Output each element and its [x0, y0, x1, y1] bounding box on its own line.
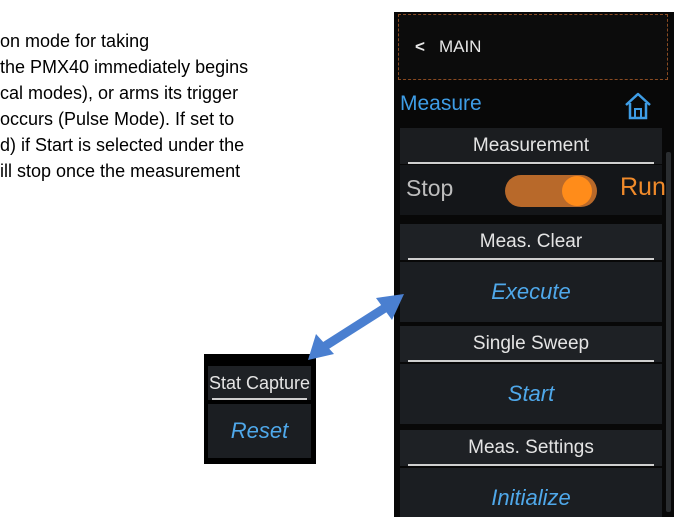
doc-line: cal modes), or arms its trigger — [0, 83, 239, 103]
toggle-knob — [562, 176, 592, 206]
initialize-button[interactable]: Initialize — [400, 468, 662, 517]
page-title: Measure — [400, 92, 482, 115]
reset-button[interactable]: Reset — [208, 404, 311, 458]
doc-line: occurs (Pulse Mode). If set to — [0, 109, 235, 129]
meas-settings-header: Meas. Settings — [400, 430, 662, 466]
stat-capture-header: Stat Capture — [208, 366, 311, 400]
run-label: Run — [620, 173, 666, 201]
doc-line: on mode for taking — [0, 31, 150, 51]
back-button-label: MAIN — [438, 37, 482, 56]
home-icon[interactable] — [622, 90, 654, 122]
doc-line: ill stop once the measurement — [0, 161, 241, 181]
device-screen: < MAIN Measure Measurement Stop Run Meas… — [394, 12, 674, 517]
single-sweep-header: Single Sweep — [400, 326, 662, 362]
measurement-toggle[interactable] — [505, 175, 597, 207]
back-main-button[interactable]: < MAIN — [398, 14, 668, 80]
doc-line: d) if Start is selected under the — [0, 135, 245, 155]
title-bar: Measure — [394, 82, 674, 128]
doc-line: the PMX40 immediately begins — [0, 57, 249, 77]
document-text: on mode for taking the PMX40 immediately… — [0, 28, 370, 184]
meas-clear-header: Meas. Clear — [400, 224, 662, 260]
start-button[interactable]: Start — [400, 364, 662, 424]
double-arrow-icon — [308, 294, 404, 360]
stop-label: Stop — [406, 175, 454, 201]
scrollbar[interactable] — [666, 152, 671, 512]
back-chevron-icon: < — [415, 37, 425, 56]
measurement-toggle-row: Stop Run — [400, 165, 666, 215]
stat-capture-inset: Stat Capture Reset — [204, 354, 316, 464]
measurement-header: Measurement — [400, 128, 662, 164]
execute-button[interactable]: Execute — [400, 262, 662, 322]
